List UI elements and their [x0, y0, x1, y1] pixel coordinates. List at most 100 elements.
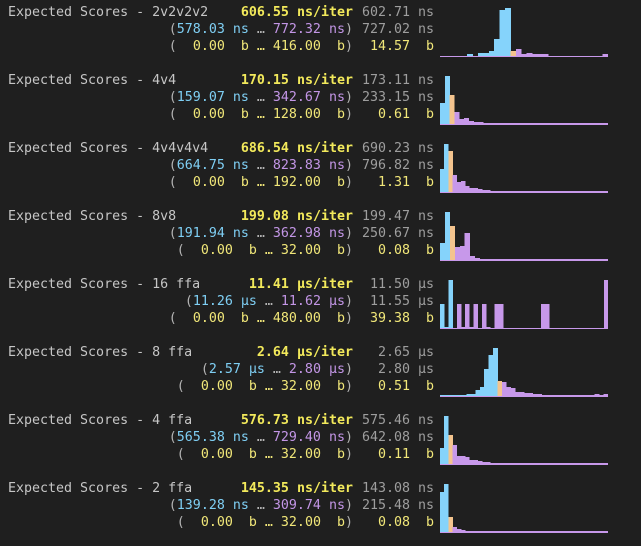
histogram-bar — [528, 463, 533, 464]
histogram-bar — [573, 259, 579, 260]
histogram-bar — [578, 259, 584, 260]
histogram-bar — [558, 259, 564, 260]
histogram-bar — [561, 463, 567, 464]
p99-time: 11.55 µs — [369, 294, 434, 309]
histogram-bar — [454, 112, 460, 124]
histogram-bar — [440, 448, 445, 464]
histogram-bar — [563, 259, 569, 260]
histogram-bar — [581, 395, 587, 396]
histogram-bar — [559, 395, 565, 396]
histogram-bar — [498, 191, 504, 192]
avg-time: 686.54 ns/iter — [240, 141, 353, 156]
histogram-bar — [469, 327, 474, 328]
histogram-bar — [473, 122, 479, 124]
histogram-bar — [540, 304, 546, 328]
histogram-bar — [456, 529, 462, 532]
histogram-bar — [536, 531, 542, 532]
histogram-bar — [449, 226, 456, 260]
histogram-bar — [459, 119, 465, 124]
histogram-bar — [497, 123, 503, 124]
histogram-bar — [603, 123, 608, 124]
histogram-bar — [490, 191, 495, 192]
histogram-bar — [524, 531, 529, 532]
benchmark-result: Expected Scores - 4v4 170.15 ns/iter 173… — [0, 72, 641, 138]
histogram-bar — [545, 123, 551, 124]
histogram-bar — [477, 461, 483, 464]
histogram-bar — [532, 531, 537, 532]
histogram-bar — [499, 10, 506, 56]
histogram-bar — [444, 395, 450, 396]
memory-avg: 0.08 b — [377, 515, 434, 530]
histogram-bar — [578, 531, 584, 532]
histogram-bar — [599, 531, 605, 532]
histogram-bar — [507, 531, 512, 532]
p75-time: 11.50 µs — [369, 277, 434, 292]
histogram-bar — [574, 531, 579, 532]
histogram-bar — [448, 395, 454, 396]
min-max-range: (11.26 µs … 11.62 µs) — [184, 294, 353, 309]
histogram-bar — [482, 462, 487, 464]
memory-range: ( 0.00 b … 480.00 b) — [168, 311, 353, 326]
avg-time: 170.15 ns/iter — [240, 73, 353, 88]
benchmark-result: Expected Scores - 8 ffa 2.64 µs/iter 2.6… — [0, 344, 641, 410]
histogram-bar — [482, 531, 487, 532]
histogram-bar — [540, 191, 546, 192]
p99-time: 250.67 ns — [361, 226, 434, 241]
benchmark-result: Expected Scores - 4v4v4v4 686.54 ns/iter… — [0, 140, 641, 206]
histogram-bar — [524, 393, 529, 396]
histogram-bar — [468, 121, 474, 124]
histogram-bar — [511, 463, 516, 464]
memory-range: ( 0.00 b … 32.00 b) — [176, 243, 353, 258]
histogram-bar — [473, 531, 479, 532]
histogram-bar — [449, 95, 455, 124]
latency-histogram — [440, 348, 608, 397]
p99-time: 642.08 ns — [361, 430, 434, 445]
latency-histogram — [440, 484, 608, 533]
histogram-bar — [574, 191, 579, 192]
histogram-bar — [598, 259, 604, 260]
histogram-bar — [553, 259, 559, 260]
avg-time: 576.73 ns/iter — [240, 413, 353, 428]
histogram-baseline — [440, 532, 608, 533]
histogram-bar — [448, 517, 453, 532]
benchmark-result: Expected Scores - 4 ffa 576.73 ns/iter 5… — [0, 412, 641, 478]
histogram-bar — [521, 54, 528, 56]
histogram-bar — [519, 392, 525, 396]
histogram-bar — [570, 191, 575, 192]
histogram-bar — [557, 463, 563, 464]
histogram-bar — [532, 463, 537, 464]
histogram-bar — [494, 191, 500, 192]
histogram-bar — [494, 39, 500, 56]
histogram-bar — [492, 123, 498, 124]
histogram-bar — [482, 304, 487, 328]
histogram-bar — [561, 191, 567, 192]
histogram-bar — [578, 463, 584, 464]
histogram-bar — [515, 463, 521, 464]
histogram-bar — [561, 531, 567, 532]
histogram-bar — [594, 394, 600, 396]
histogram-bar — [511, 531, 516, 532]
histogram-baseline — [440, 464, 608, 465]
histogram-bar — [582, 463, 588, 464]
histogram-bar — [448, 280, 453, 328]
histogram-bar — [533, 259, 540, 260]
histogram-bar — [469, 460, 474, 464]
histogram-bar — [574, 123, 580, 124]
histogram-bar — [440, 395, 445, 396]
histogram-bar — [514, 259, 520, 260]
memory-range: ( 0.00 b … 32.00 b) — [176, 515, 353, 530]
histogram-bar — [444, 484, 449, 532]
memory-avg: 0.11 b — [377, 447, 434, 462]
histogram-bar — [456, 304, 462, 328]
histogram-bar — [515, 392, 520, 396]
histogram-bar — [498, 531, 504, 532]
histogram-bar — [519, 531, 525, 532]
histogram-bar — [524, 191, 529, 192]
histogram-bar — [494, 304, 500, 328]
p99-time: 796.82 ns — [361, 158, 434, 173]
histogram-bar — [461, 530, 466, 532]
histogram-bar — [540, 531, 546, 532]
histogram-bar — [510, 388, 516, 396]
histogram-bar — [521, 123, 527, 124]
histogram-bar — [479, 259, 485, 260]
